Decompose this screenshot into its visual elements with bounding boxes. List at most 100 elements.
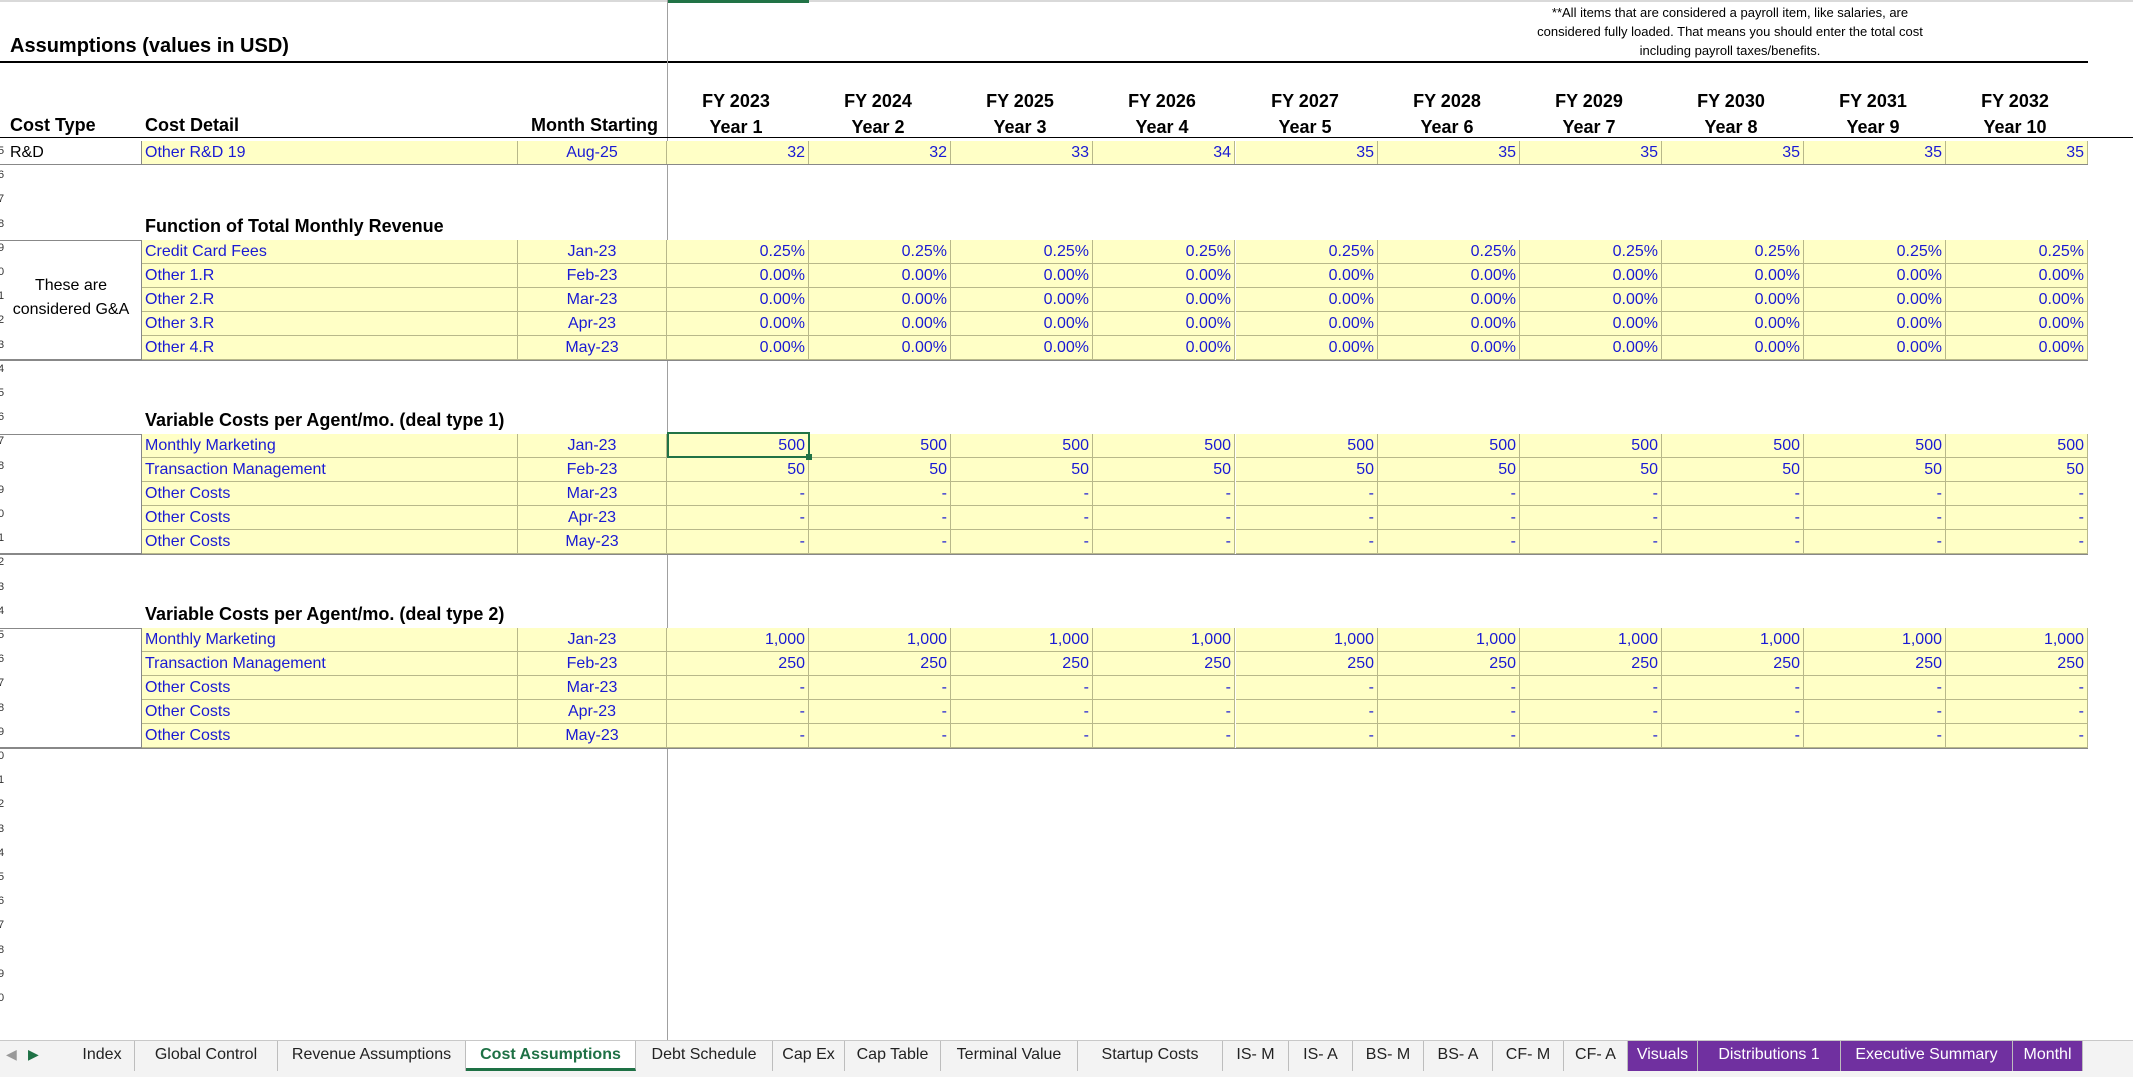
value-cell[interactable]: -	[1520, 482, 1662, 506]
value-cell[interactable]: -	[1378, 724, 1520, 748]
value-cell[interactable]: -	[1093, 506, 1235, 530]
value-cell[interactable]: 500	[1946, 434, 2088, 458]
value-cell[interactable]: 1,000	[1236, 628, 1378, 652]
value-cell[interactable]: -	[951, 482, 1093, 506]
value-cell[interactable]: 0.00%	[1520, 336, 1662, 360]
value-cell[interactable]: 250	[1236, 652, 1378, 676]
value-cell[interactable]: 0.00%	[1946, 336, 2088, 360]
value-cell[interactable]: 50	[667, 458, 809, 482]
scroll-left-icon[interactable]: ◀	[6, 1046, 17, 1063]
value-cell[interactable]: 50	[809, 458, 951, 482]
value-cell[interactable]: 250	[1946, 652, 2088, 676]
value-cell[interactable]: 250	[667, 652, 809, 676]
value-cell[interactable]: -	[1946, 506, 2088, 530]
value-cell[interactable]: -	[1662, 724, 1804, 748]
value-cell[interactable]: 0.00%	[1662, 312, 1804, 336]
value-cell[interactable]: -	[667, 676, 809, 700]
month-starting-cell[interactable]: Apr-23	[518, 700, 667, 724]
value-cell[interactable]: 0.00%	[809, 288, 951, 312]
value-cell[interactable]: -	[1236, 676, 1378, 700]
value-cell[interactable]: 35	[1662, 141, 1804, 165]
value-cell[interactable]: 0.00%	[1804, 288, 1946, 312]
value-cell[interactable]: -	[951, 530, 1093, 554]
value-cell[interactable]: -	[1662, 530, 1804, 554]
value-cell[interactable]: 250	[1378, 652, 1520, 676]
value-cell[interactable]: 0.00%	[951, 312, 1093, 336]
value-cell[interactable]: -	[809, 530, 951, 554]
value-cell[interactable]: 250	[1662, 652, 1804, 676]
cost-detail-cell[interactable]: Other Costs	[142, 700, 518, 724]
sheet-tab[interactable]: BS- M	[1353, 1041, 1424, 1071]
cost-type-cell[interactable]: R&D	[0, 141, 142, 165]
value-cell[interactable]: 0.25%	[1662, 240, 1804, 264]
value-cell[interactable]: 0.00%	[1093, 312, 1235, 336]
value-cell[interactable]: 250	[809, 652, 951, 676]
value-cell[interactable]: 0.00%	[1093, 336, 1235, 360]
value-cell[interactable]: -	[809, 506, 951, 530]
sheet-tab[interactable]: Visuals	[1628, 1041, 1698, 1071]
sheet-tab[interactable]: Distributions 1	[1698, 1041, 1841, 1071]
value-cell[interactable]: 35	[1946, 141, 2088, 165]
value-cell[interactable]: -	[1236, 482, 1378, 506]
value-cell[interactable]: 500	[1378, 434, 1520, 458]
value-cell[interactable]: 50	[951, 458, 1093, 482]
sheet-tab[interactable]: Startup Costs	[1078, 1041, 1223, 1071]
value-cell[interactable]: -	[1093, 530, 1235, 554]
value-cell[interactable]: -	[1378, 676, 1520, 700]
spreadsheet-grid[interactable]: Assumptions (values in USD) **All items …	[0, 0, 2133, 1040]
sheet-tab[interactable]: Cost Assumptions	[466, 1041, 636, 1071]
value-cell[interactable]: 1,000	[1378, 628, 1520, 652]
value-cell[interactable]: 500	[1236, 434, 1378, 458]
value-cell[interactable]: 33	[951, 141, 1093, 165]
cost-detail-cell[interactable]: Monthly Marketing	[142, 434, 518, 458]
value-cell[interactable]: 0.00%	[1378, 264, 1520, 288]
cost-detail-cell[interactable]: Other Costs	[142, 482, 518, 506]
value-cell[interactable]: -	[1236, 724, 1378, 748]
fill-handle[interactable]	[806, 454, 812, 460]
value-cell[interactable]: -	[1804, 700, 1946, 724]
value-cell[interactable]: 50	[1520, 458, 1662, 482]
month-starting-cell[interactable]: Aug-25	[518, 141, 667, 165]
sheet-tab[interactable]: IS- M	[1223, 1041, 1289, 1071]
value-cell[interactable]: -	[667, 506, 809, 530]
value-cell[interactable]: -	[951, 676, 1093, 700]
month-starting-cell[interactable]: Feb-23	[518, 458, 667, 482]
value-cell[interactable]: 0.00%	[1378, 312, 1520, 336]
cost-detail-cell[interactable]: Credit Card Fees	[142, 240, 518, 264]
cost-detail-cell[interactable]: Monthly Marketing	[142, 628, 518, 652]
sheet-tab[interactable]: Monthl	[2013, 1041, 2083, 1071]
value-cell[interactable]: 0.00%	[951, 288, 1093, 312]
value-cell[interactable]: -	[1236, 506, 1378, 530]
month-starting-cell[interactable]: Apr-23	[518, 312, 667, 336]
value-cell[interactable]: 0.00%	[809, 336, 951, 360]
cost-detail-cell[interactable]: Other Costs	[142, 530, 518, 554]
sheet-tab[interactable]: IS- A	[1289, 1041, 1353, 1071]
value-cell[interactable]: 1,000	[1093, 628, 1235, 652]
value-cell[interactable]: 0.00%	[667, 264, 809, 288]
value-cell[interactable]: -	[1662, 482, 1804, 506]
value-cell[interactable]: 0.00%	[809, 264, 951, 288]
month-starting-cell[interactable]: Apr-23	[518, 506, 667, 530]
value-cell[interactable]: -	[667, 530, 809, 554]
value-cell[interactable]: 50	[1378, 458, 1520, 482]
value-cell[interactable]: -	[1520, 724, 1662, 748]
sheet-tab[interactable]: CF- M	[1493, 1041, 1564, 1071]
month-starting-cell[interactable]: Jan-23	[518, 628, 667, 652]
value-cell[interactable]: 500	[1662, 434, 1804, 458]
value-cell[interactable]: 0.00%	[1236, 312, 1378, 336]
sheet-tab[interactable]: Cap Table	[845, 1041, 941, 1071]
value-cell[interactable]: 0.00%	[667, 312, 809, 336]
value-cell[interactable]: -	[809, 676, 951, 700]
value-cell[interactable]: 0.00%	[1946, 288, 2088, 312]
sheet-tab[interactable]: Revenue Assumptions	[278, 1041, 466, 1071]
value-cell[interactable]: 0.00%	[1520, 312, 1662, 336]
value-cell[interactable]: 250	[1804, 652, 1946, 676]
value-cell[interactable]: -	[809, 724, 951, 748]
value-cell[interactable]: 250	[1520, 652, 1662, 676]
value-cell[interactable]: -	[1946, 482, 2088, 506]
value-cell[interactable]: 0.00%	[667, 336, 809, 360]
value-cell[interactable]: 0.00%	[1520, 288, 1662, 312]
value-cell[interactable]: -	[1093, 482, 1235, 506]
value-cell[interactable]: -	[951, 506, 1093, 530]
value-cell[interactable]: 50	[1946, 458, 2088, 482]
